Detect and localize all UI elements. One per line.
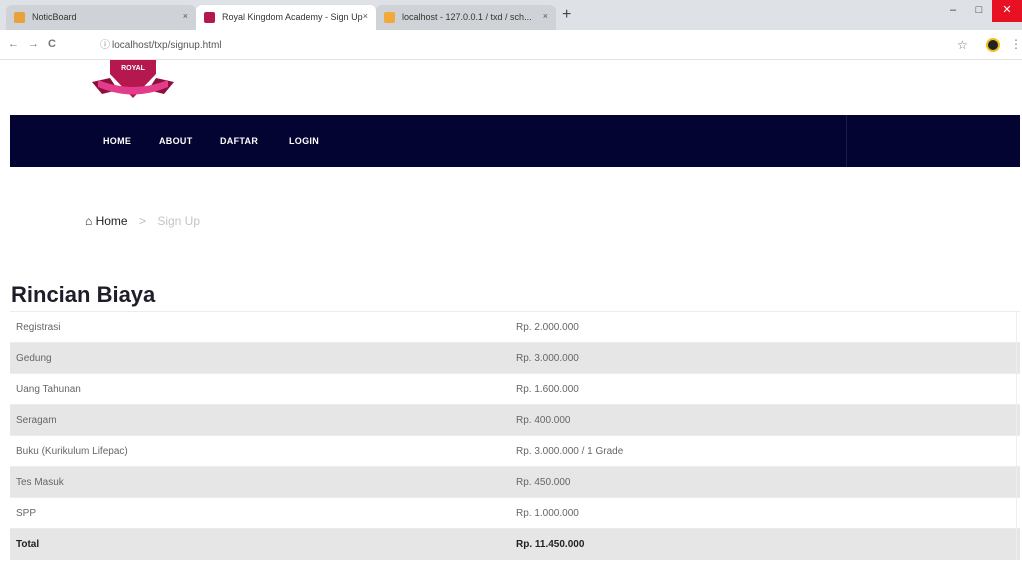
- table-row: Uang Tahunan Rp. 1.600.000: [10, 373, 1020, 405]
- table-row: Registrasi Rp. 2.000.000: [10, 311, 1020, 343]
- fee-amount: Rp. 3.000.000: [510, 342, 1020, 374]
- tab-title: Royal Kingdom Academy - Sign Up: [222, 12, 363, 22]
- total-amount: Rp. 11.450.000: [510, 528, 1020, 560]
- fee-amount: Rp. 3.000.000 / 1 Grade: [510, 435, 1020, 467]
- fee-item: Buku (Kurikulum Lifepac): [10, 435, 510, 467]
- total-label: Total: [10, 528, 510, 560]
- browser-tab-active[interactable]: Royal Kingdom Academy - Sign Up ×: [196, 5, 376, 30]
- table-row: Seragam Rp. 400.000: [10, 404, 1020, 436]
- fee-amount: Rp. 400.000: [510, 404, 1020, 436]
- fee-amount: Rp. 2.000.000: [510, 311, 1020, 343]
- new-tab-button[interactable]: +: [562, 6, 571, 24]
- maximize-button[interactable]: □: [966, 0, 992, 22]
- total-row: Total Rp. 11.450.000: [10, 528, 1020, 560]
- browser-tab[interactable]: localhost - 127.0.0.1 / txd / sch... ×: [376, 5, 556, 30]
- page-edge-divider: [1016, 311, 1017, 559]
- table-row: Tes Masuk Rp. 450.000: [10, 466, 1020, 498]
- browser-tab[interactable]: NoticBoard ×: [6, 5, 196, 30]
- fee-item: Seragam: [10, 404, 510, 436]
- breadcrumb-home-link[interactable]: Home: [96, 214, 128, 228]
- breadcrumb-current: Sign Up: [157, 214, 201, 228]
- reload-icon[interactable]: C: [48, 38, 56, 50]
- main-navbar: HOME ABOUT DAFTAR LOGIN: [10, 115, 1020, 167]
- fee-item: SPP: [10, 497, 510, 529]
- tab-close-icon[interactable]: ×: [543, 11, 548, 21]
- back-icon[interactable]: ←: [8, 38, 19, 50]
- profile-avatar[interactable]: [986, 38, 1000, 52]
- browser-toolbar: ← → C ⓘ localhost/txp/signup.html ☆ ⋮: [0, 30, 1022, 60]
- browser-tab-bar: NoticBoard × Royal Kingdom Academy - Sig…: [0, 0, 1022, 30]
- address-bar[interactable]: ⓘ localhost/txp/signup.html: [100, 37, 920, 55]
- fee-item: Tes Masuk: [10, 466, 510, 498]
- logo-text: ROYAL: [121, 65, 146, 72]
- tab-favicon-icon: [204, 12, 215, 23]
- fee-item: Registrasi: [10, 311, 510, 343]
- breadcrumb: ⌂ Home > Sign Up: [85, 214, 200, 228]
- fee-table: Registrasi Rp. 2.000.000 Gedung Rp. 3.00…: [10, 311, 1020, 560]
- window-close-button[interactable]: ✕: [992, 0, 1022, 22]
- forward-icon[interactable]: →: [28, 38, 39, 50]
- tab-favicon-icon: [14, 12, 25, 23]
- page-title: Rincian Biaya: [11, 282, 156, 307]
- nav-home-link[interactable]: HOME: [103, 136, 131, 146]
- navbar-divider: [846, 115, 847, 167]
- url-text: localhost/txp/signup.html: [112, 40, 222, 51]
- browser-menu-icon[interactable]: ⋮: [1010, 37, 1022, 51]
- table-row: Buku (Kurikulum Lifepac) Rp. 3.000.000 /…: [10, 435, 1020, 467]
- tab-close-icon[interactable]: ×: [363, 11, 368, 21]
- fee-item: Uang Tahunan: [10, 373, 510, 405]
- tab-title: NoticBoard: [32, 12, 77, 22]
- table-row: Gedung Rp. 3.000.000: [10, 342, 1020, 374]
- nav-daftar-link[interactable]: DAFTAR: [220, 136, 258, 146]
- fee-amount: Rp. 450.000: [510, 466, 1020, 498]
- fee-amount: Rp. 1.600.000: [510, 373, 1020, 405]
- minimize-button[interactable]: –: [940, 0, 966, 22]
- info-icon[interactable]: ⓘ: [100, 37, 110, 55]
- breadcrumb-separator: >: [138, 214, 146, 228]
- tab-close-icon[interactable]: ×: [183, 11, 188, 21]
- table-row: SPP Rp. 1.000.000: [10, 497, 1020, 529]
- bookmark-star-icon[interactable]: ☆: [957, 38, 968, 52]
- home-icon[interactable]: ⌂: [85, 214, 92, 228]
- fee-amount: Rp. 1.000.000: [510, 497, 1020, 529]
- tab-title: localhost - 127.0.0.1 / txd / sch...: [402, 12, 532, 22]
- nav-about-link[interactable]: ABOUT: [159, 136, 193, 146]
- tab-favicon-icon: [384, 12, 395, 23]
- fee-item: Gedung: [10, 342, 510, 374]
- site-logo[interactable]: ROYAL: [88, 60, 178, 112]
- nav-login-link[interactable]: LOGIN: [289, 136, 319, 146]
